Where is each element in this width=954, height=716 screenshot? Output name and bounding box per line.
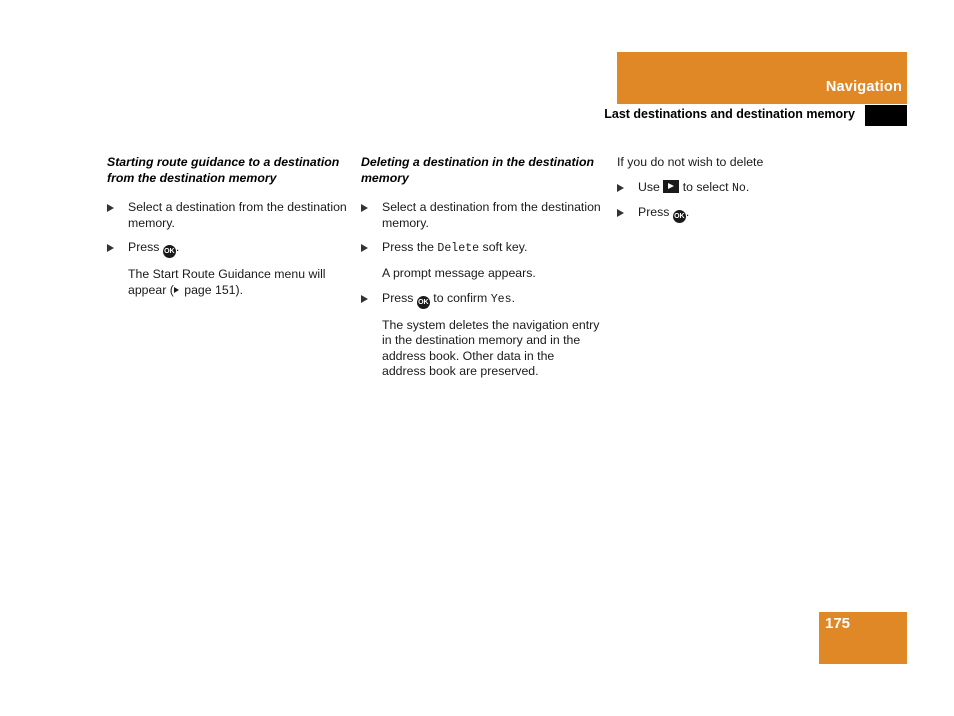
body-paragraph: The system deletes the navigation entry …: [361, 318, 601, 380]
manual-page: Navigation Last destinations and destina…: [0, 0, 954, 716]
step-triangle-icon: [361, 204, 368, 213]
page-number: 175: [825, 615, 851, 632]
column-left-heading: Starting route guidance to a destination…: [107, 155, 340, 185]
column-middle: Deleting a destination in the destinatio…: [361, 155, 601, 389]
subheader: Last destinations and destination memory: [107, 105, 907, 126]
body-paragraph: A prompt message appears.: [361, 266, 601, 282]
ok-button-icon: OK: [416, 295, 430, 309]
subsection-title: Last destinations and destination memory: [604, 107, 855, 121]
instruction-step: Press the Delete soft key.: [361, 240, 601, 257]
column-middle-heading: Deleting a destination in the destinatio…: [361, 155, 594, 185]
text-run: Press: [382, 290, 417, 305]
text-run: .: [511, 290, 515, 305]
thumb-index-marker: [865, 105, 907, 126]
text-run: Select a destination from the destinatio…: [382, 200, 601, 230]
column-right: If you do not wish to delete Use to selec…: [617, 155, 867, 232]
step-triangle-icon: [107, 204, 114, 213]
text-run: Press the: [382, 240, 438, 255]
text-run: page 151).: [180, 282, 244, 297]
text-run: .: [745, 179, 750, 194]
instruction-step: Select a destination from the destinatio…: [361, 200, 601, 231]
instruction-step: Select a destination from the destinatio…: [107, 200, 347, 231]
ok-button-icon: OK: [672, 210, 686, 224]
ok-button-icon: OK: [162, 245, 176, 259]
body-paragraph: If you do not wish to delete: [617, 155, 867, 171]
ui-label-text: No: [731, 181, 746, 195]
instruction-step: Use to select No.: [617, 179, 867, 197]
text-run: Press: [128, 240, 163, 255]
column-middle-body: Select a destination from the destinatio…: [361, 200, 601, 380]
text-run: Press: [638, 205, 673, 220]
step-triangle-icon: [107, 244, 114, 253]
text-run: to select: [679, 179, 732, 194]
instruction-step: Press OK.: [617, 205, 867, 224]
text-run: to confirm: [429, 290, 491, 305]
text-run: A prompt message appears.: [382, 265, 536, 280]
header-accent-bar: [617, 52, 907, 104]
step-triangle-icon: [361, 244, 368, 253]
column-left-body: Select a destination from the destinatio…: [107, 200, 347, 298]
text-run: .: [685, 205, 690, 220]
ui-label-text: Yes: [490, 292, 512, 306]
cross-reference-arrow-icon: [173, 286, 179, 293]
text-run: soft key.: [479, 240, 528, 255]
step-triangle-icon: [617, 209, 624, 218]
ui-label-text: Delete: [437, 242, 480, 256]
body-paragraph: The Start Route Guidance menu will appea…: [107, 267, 347, 298]
text-run: If you do not wish to delete: [617, 155, 764, 169]
section-title: Navigation: [825, 79, 902, 95]
column-left: Starting route guidance to a destination…: [107, 155, 347, 308]
text-run: .: [175, 240, 180, 255]
text-run: Use: [638, 179, 664, 194]
text-run: The system deletes the navigation entry …: [382, 317, 600, 379]
right-arrow-key-icon: [663, 179, 680, 193]
instruction-step: Press OK.: [107, 240, 347, 259]
instruction-step: Press OK to confirm Yes.: [361, 291, 601, 309]
column-right-body: If you do not wish to delete Use to selec…: [617, 155, 867, 224]
step-triangle-icon: [617, 183, 624, 192]
step-triangle-icon: [361, 294, 368, 303]
text-run: Select a destination from the destinatio…: [128, 200, 347, 230]
